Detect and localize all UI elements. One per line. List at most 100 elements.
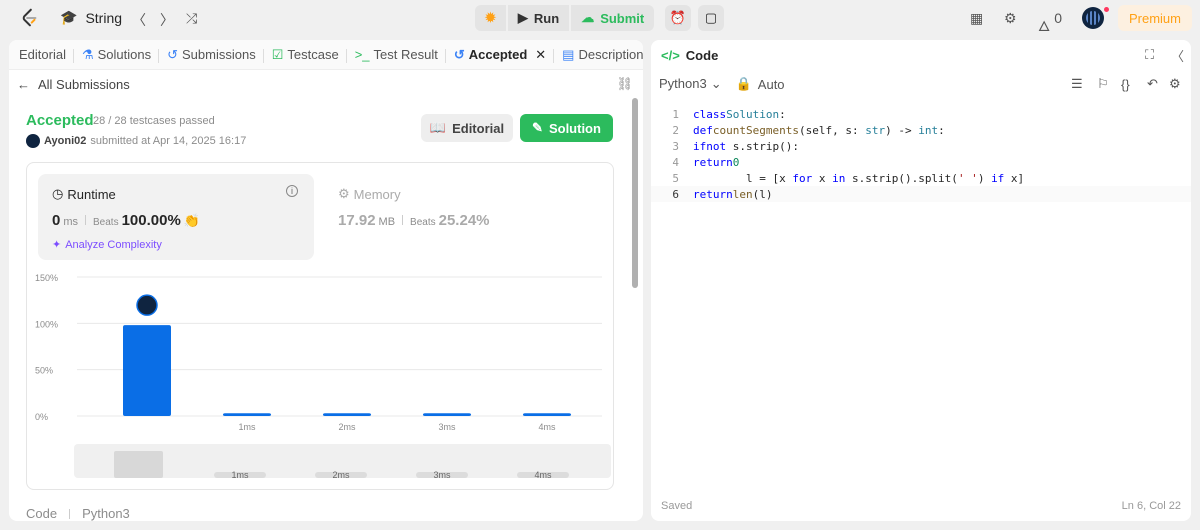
clap-icon: 👏 [183,213,200,228]
cloud-upload-icon: ☁ [581,10,595,25]
tab-testcase[interactable]: ☑ Testcase [264,47,347,63]
tab-submissions[interactable]: ↺ Submissions [159,47,264,63]
runtime-label: Runtime [67,186,116,202]
tab-label: Testcase [287,47,339,62]
premium-button[interactable]: Premium [1118,5,1192,31]
code-line: 3 if not s.strip(): [672,139,799,153]
scroll-thumb[interactable] [632,98,638,288]
leetcode-logo-icon[interactable] [18,7,40,29]
runtime-value: 0 [52,212,61,229]
memory-beats: 25.24% [438,212,490,229]
tab-label: Description [578,47,643,62]
back-label: All Submissions [38,76,130,92]
cursor-position: Ln 6, Col 22 [1121,500,1181,512]
stats-card: ◷ Runtime i 0 ms Beats 100.00% 👏 ✦ Analyze… [26,162,614,490]
editorial-label: Editorial [452,120,505,136]
code-icon: </> [661,47,680,63]
chart-bar [523,413,571,416]
settings-icon[interactable]: ⚙ [1169,76,1181,92]
avatar[interactable] [1082,7,1104,29]
code-line: 5 l = [x for x in s.strip().split(' ') i… [672,171,1025,185]
x-tick-label: 1ms [238,422,256,432]
book-icon: 📖 [429,120,447,135]
editorial-button[interactable]: 📖 Editorial [421,114,513,142]
code-label: Code [26,506,58,521]
navigator-label: 4ms [534,470,552,480]
language-select[interactable]: Python3 ⌄ [659,76,722,92]
tab-test-result[interactable]: >_ Test Result [347,47,446,63]
analyze-complexity-link[interactable]: ✦ Analyze Complexity [52,238,162,252]
tab-description[interactable]: ▤ Description [554,47,643,63]
flask-icon: ⚗ [81,46,94,62]
save-status: Saved [661,500,693,512]
x-tick-label: 2ms [338,422,356,432]
reset-icon[interactable]: ↶ [1147,76,1158,92]
tab-editorial[interactable]: Editorial [9,47,74,63]
prev-problem-icon[interactable]: 〈 [132,10,146,30]
code-line: 1 class Solution: [672,107,786,121]
memory-header: ⚙ Memory [338,186,401,202]
navigator-label: 1ms [231,470,249,480]
scrollbar[interactable] [631,92,639,516]
alarm-clock-icon: ⏰ [669,10,687,25]
code-line: 2 def countSegments (self, s: str) -> int… [672,123,945,137]
timer-button[interactable]: ⏰ [665,5,691,31]
history-icon: ↺ [453,46,465,62]
mode-label[interactable]: Auto [758,77,785,92]
submit-button[interactable]: ☁ Submit [571,5,655,31]
next-problem-icon[interactable]: 〉 [160,10,174,30]
tab-accepted[interactable]: ↺ Accepted ✕ [446,46,555,63]
tab-label: Accepted [468,47,528,62]
maximize-icon[interactable]: ⛶ [1145,47,1154,63]
notes-button[interactable]: ▢ [698,5,724,31]
code-line: 6 return len (l) [651,186,1191,202]
format-icon[interactable]: ☰ [1071,76,1083,92]
gear-icon[interactable]: ⚙ [1004,10,1017,27]
edit-icon: ✎ [532,120,543,135]
user-marker-avatar [136,294,158,316]
back-to-submissions[interactable]: ← All Submissions ⛓ [9,70,643,98]
left-tabs: Editorial ⚗ Solutions ↺ Submissions ☑ Testc… [9,40,643,70]
top-bar: 🎓 String 〈 〉 ⤮ ✹ ▶ Run ☁ Submit ⏰ ▢ ▦ ⚙ 🜂 0… [0,0,1200,36]
streak[interactable]: 🜂 0 [1038,10,1062,39]
shuffle-icon[interactable]: ⤮ [186,10,197,27]
code-header: </> Code ⛶ 〈 [651,40,1191,70]
code-editor[interactable]: 1 class Solution: 2 def countSegments (sel… [651,106,1191,202]
problem-list[interactable]: 🎓 String [60,9,122,26]
runtime-distribution-chart[interactable]: 0% 50% 100% 150% 1ms 2ms 3ms 4ms 1ms 2ms 3ms 4ms [27,263,615,489]
bookmark-icon[interactable]: ⚐ [1097,76,1109,92]
play-icon: ▶ [517,10,528,25]
layout-icon[interactable]: ▦ [970,10,983,27]
fire-icon: 🜂 [1038,18,1051,34]
tab-label: Solutions [97,47,152,62]
memory-value: 17.92 [338,212,376,229]
close-icon[interactable]: ✕ [535,47,546,63]
debug-button[interactable]: ✹ [475,5,506,31]
username[interactable]: Ayoni02 [44,135,86,147]
tab-label: Editorial [19,47,66,62]
info-icon[interactable]: i [286,185,298,197]
user-avatar[interactable] [26,134,40,148]
solution-button[interactable]: ✎ Solution [520,114,613,142]
tab-solutions[interactable]: ⚗ Solutions [74,46,160,63]
graduation-cap-icon: 🎓 [60,9,78,25]
link-icon[interactable]: ⛓ [616,76,633,92]
bug-icon: ✹ [485,10,496,25]
code-footer: Code Python3 [26,506,130,521]
note-icon: ▢ [704,10,718,25]
run-button[interactable]: ▶ Run [507,5,570,31]
chip-icon: ⚙ [338,186,350,201]
navigator-selection [114,451,163,478]
testcases-passed: 28 / 28 testcases passed [93,115,215,127]
memory-box[interactable]: ⚙ Memory 17.92 MB Beats 25.24% [327,174,527,260]
runtime-header: ◷ Runtime [52,186,116,202]
arrow-left-icon: ← [17,76,30,92]
collapse-icon[interactable]: 〈 [1171,46,1184,65]
beats-label: Beats [93,217,119,228]
submitter: Ayoni02 submitted at Apr 14, 2025 16:17 [26,134,246,148]
tab-label: Test Result [373,47,438,62]
editor-toolbar: Python3 ⌄ 🔒 Auto ☰ ⚐ {} ↶ ⚙ [651,70,1191,98]
chart-bar [423,413,471,416]
runtime-box[interactable]: ◷ Runtime i 0 ms Beats 100.00% 👏 ✦ Analyze… [38,174,314,260]
braces-icon[interactable]: {} [1121,77,1130,92]
